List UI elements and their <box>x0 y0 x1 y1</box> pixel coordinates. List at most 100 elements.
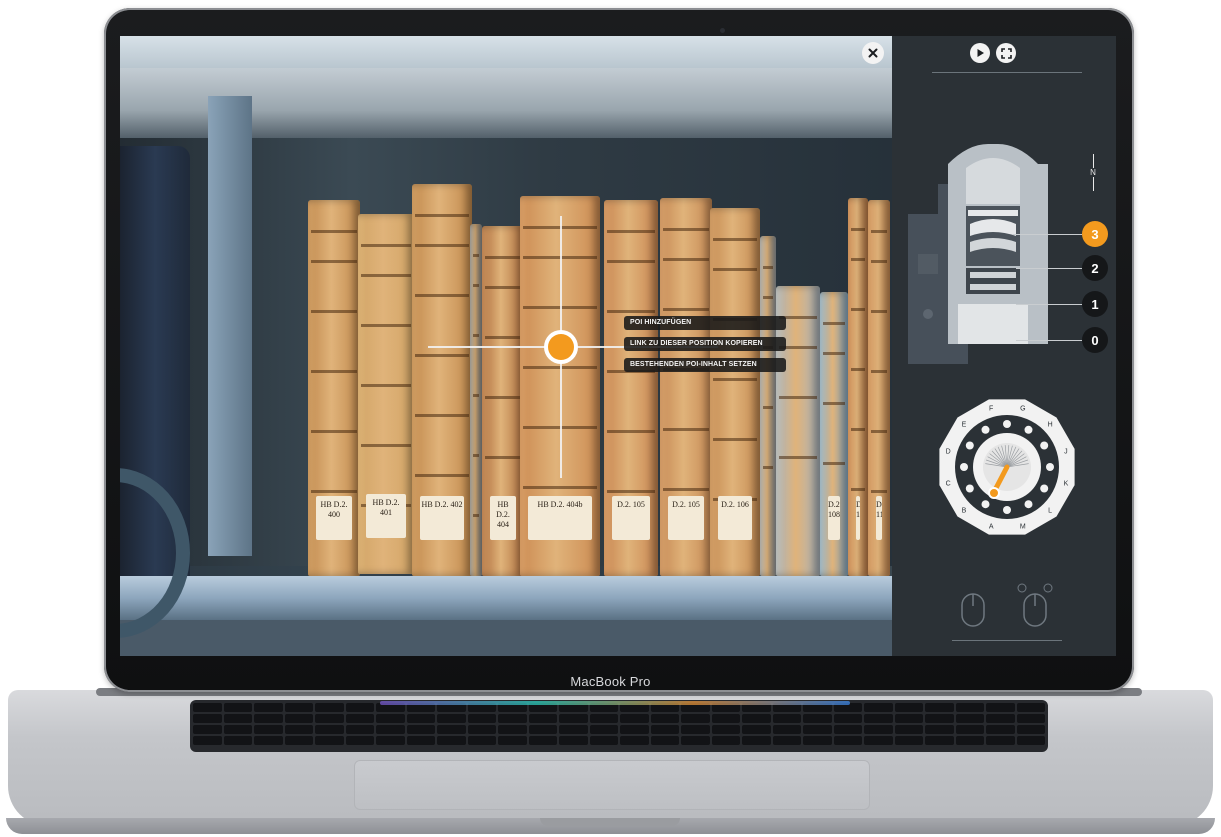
mouse-navigation-hint <box>961 583 1053 627</box>
floor-button-2[interactable]: 2 <box>1082 255 1108 281</box>
keyboard-key <box>650 736 679 745</box>
keyboard-key <box>864 703 893 712</box>
keyboard-key <box>254 703 283 712</box>
keyboard-key <box>406 736 435 745</box>
shelf-mark-label: HB D.2. 404 <box>490 496 516 540</box>
dial-letter: L <box>1048 508 1052 515</box>
keyboard-key <box>528 736 557 745</box>
touch-bar <box>380 701 850 705</box>
keyboard-key <box>406 725 435 734</box>
keyboard-key <box>254 736 283 745</box>
hint-divider <box>952 640 1062 641</box>
menu-item-copy-link[interactable]: LINK ZU DIESER POSITION KOPIEREN <box>624 337 786 351</box>
keyboard-key <box>894 725 923 734</box>
dial-marker[interactable] <box>1046 463 1054 471</box>
dial-letter: M <box>1020 523 1026 530</box>
laptop-notch <box>540 818 680 826</box>
dial-letter: E <box>962 421 967 428</box>
keyboard-key <box>284 703 313 712</box>
dial-letter: J <box>1064 449 1068 456</box>
keyboard-key <box>742 714 771 723</box>
keyboard-key <box>742 736 771 745</box>
shelf-mark-label: D.2. 111 <box>876 496 882 540</box>
floor-button-0[interactable]: 0 <box>1082 327 1108 353</box>
keyboard-key <box>467 736 496 745</box>
keyboard-key <box>620 725 649 734</box>
keyboard-key <box>864 736 893 745</box>
dial-marker[interactable] <box>1040 484 1049 493</box>
keyboard-key <box>315 736 344 745</box>
play-icon <box>977 49 984 57</box>
keyboard-key <box>589 736 618 745</box>
menu-item-set-poi-content[interactable]: BESTEHENDEN POI-INHALT SETZEN <box>624 358 786 372</box>
dial-marker[interactable] <box>1024 500 1033 509</box>
menu-item-add-poi[interactable]: POI HINZUFÜGEN <box>624 316 786 330</box>
dial-marker[interactable] <box>981 425 990 434</box>
keyboard-key <box>711 736 740 745</box>
keyboard-key <box>467 714 496 723</box>
keyboard-key <box>528 714 557 723</box>
north-indicator: N <box>1086 154 1100 204</box>
panorama-viewer[interactable]: HB D.2. 400 HB D.2. 401 HB D.2. 402 HB D.2.… <box>120 36 892 656</box>
dial-marker[interactable] <box>1024 425 1033 434</box>
floor-line-3 <box>1012 234 1082 235</box>
keyboard-key <box>345 703 374 712</box>
keyboard-key <box>833 714 862 723</box>
floor-button-3[interactable]: 3 <box>1082 221 1108 247</box>
keyboard-key <box>498 725 527 734</box>
keyboard-key <box>894 714 923 723</box>
laptop-keyboard <box>190 700 1048 752</box>
fullscreen-button[interactable] <box>996 43 1016 63</box>
close-button[interactable] <box>862 42 884 64</box>
book: D.2. 110 <box>848 198 868 576</box>
dial-marker[interactable] <box>960 463 968 471</box>
keyboard-key <box>376 714 405 723</box>
screen: HB D.2. 400 HB D.2. 401 HB D.2. 402 HB D.2.… <box>120 36 1116 656</box>
keyboard-key <box>437 714 466 723</box>
device-label: MacBook Pro <box>570 674 651 689</box>
keyboard-key <box>254 725 283 734</box>
keyboard-key <box>498 736 527 745</box>
keyboard-key <box>345 725 374 734</box>
close-icon <box>868 48 878 58</box>
book: D.2. 105 <box>604 200 658 576</box>
dial-letter: K <box>1064 480 1069 487</box>
keyboard-key <box>803 725 832 734</box>
position-marker[interactable] <box>548 334 574 360</box>
keyboard-key <box>925 703 954 712</box>
keyboard-key <box>986 703 1015 712</box>
book: D.2. 105 <box>660 198 712 576</box>
keyboard-key <box>1016 736 1045 745</box>
keyboard-key <box>986 736 1015 745</box>
keyboard-key <box>467 725 496 734</box>
book: HB D.2. 401 <box>358 214 414 574</box>
play-button[interactable] <box>970 43 990 63</box>
dial-marker[interactable] <box>1003 506 1011 514</box>
panel-divider <box>932 72 1082 73</box>
keyboard-key <box>437 725 466 734</box>
dial-marker[interactable] <box>965 441 974 450</box>
dial-letter: D <box>946 449 951 456</box>
floor-button-1[interactable]: 1 <box>1082 291 1108 317</box>
keyboard-key <box>986 714 1015 723</box>
book: D.2. 111 <box>868 200 890 576</box>
keyboard-key <box>650 725 679 734</box>
shelf-mark-label: HB D.2. 404b <box>528 496 592 540</box>
keyboard-key <box>711 714 740 723</box>
shelf-base <box>120 620 892 656</box>
keyboard-key <box>589 725 618 734</box>
dial-letter: A <box>989 523 994 530</box>
dial-marker[interactable] <box>1003 420 1011 428</box>
keyboard-key <box>406 714 435 723</box>
dial-marker[interactable] <box>981 500 990 509</box>
dial-marker[interactable] <box>1040 441 1049 450</box>
keyboard-key <box>620 736 649 745</box>
shelf-mark-label: D.2. 110 <box>856 496 860 540</box>
keyboard-key <box>772 725 801 734</box>
context-menu: POI HINZUFÜGEN LINK ZU DIESER POSITION K… <box>624 316 786 379</box>
keyboard-key <box>559 725 588 734</box>
shelf-mark-label: HB D.2. 402 <box>420 496 464 540</box>
keyboard-key <box>803 736 832 745</box>
floor-plan-dial[interactable]: A B C D E F G H J K L M <box>936 396 1078 538</box>
dial-marker[interactable] <box>965 484 974 493</box>
